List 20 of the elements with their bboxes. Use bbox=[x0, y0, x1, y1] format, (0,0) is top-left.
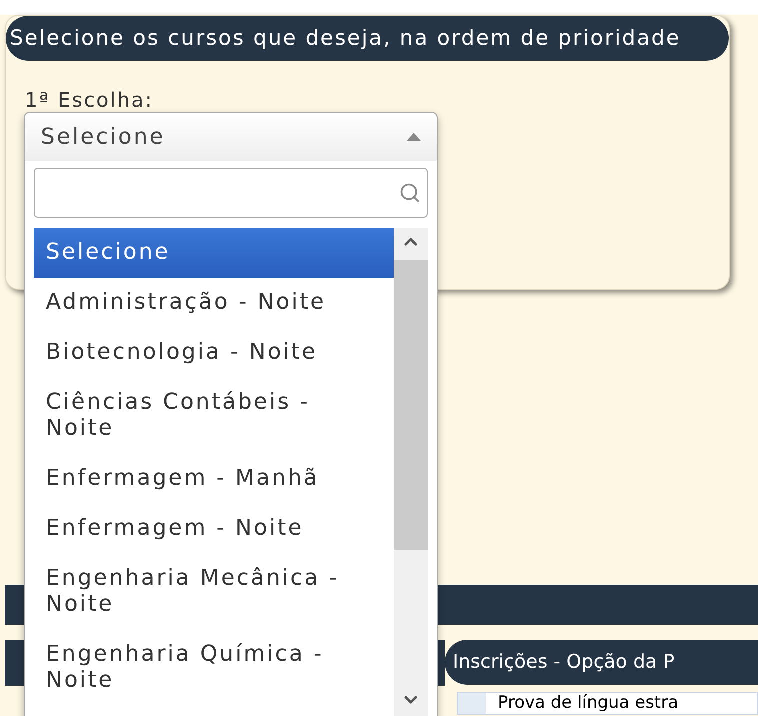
dropdown-option[interactable]: Biotecnologia - Noite bbox=[34, 328, 394, 378]
panel-title: Inscrições - Opção da P bbox=[445, 640, 758, 685]
row-marker-cell bbox=[458, 693, 486, 714]
dropdown[interactable]: Selecione Selecione Administração - Noite Biotecnologia - Noite Ciências Contábeis - Noite Enfermagem - Manhã Enfermagem - Noite Engenharia Mecânica - Noite Engenharia Química - Noite bbox=[24, 112, 438, 716]
dropdown-option[interactable]: Selecione bbox=[34, 228, 394, 278]
select-value: Selecione bbox=[41, 124, 166, 152]
table-cell-text: Prova de língua estra bbox=[497, 693, 679, 714]
search-icon bbox=[399, 182, 421, 204]
dropdown-option[interactable]: Enfermagem - Manhã bbox=[34, 454, 394, 504]
scrollbar[interactable] bbox=[394, 228, 428, 716]
scrollbar-thumb[interactable] bbox=[394, 260, 428, 550]
search-field[interactable] bbox=[34, 168, 428, 218]
dropdown-option[interactable]: Ciências Contábeis - Noite bbox=[34, 378, 394, 454]
dropdown-option[interactable]: Enfermagem - Noite bbox=[34, 504, 394, 554]
dropdown-option[interactable]: Engenharia Mecânica - Noite bbox=[34, 554, 394, 630]
field-label: 1ª Escolha: bbox=[25, 88, 154, 112]
caret-up-icon bbox=[407, 133, 421, 141]
section-title: Selecione os cursos que deseja, na ordem de prioridade bbox=[6, 16, 729, 61]
dropdown-option[interactable]: Administração - Noite bbox=[34, 278, 394, 328]
dropdown-option[interactable]: Engenharia Química - Noite bbox=[34, 630, 394, 706]
